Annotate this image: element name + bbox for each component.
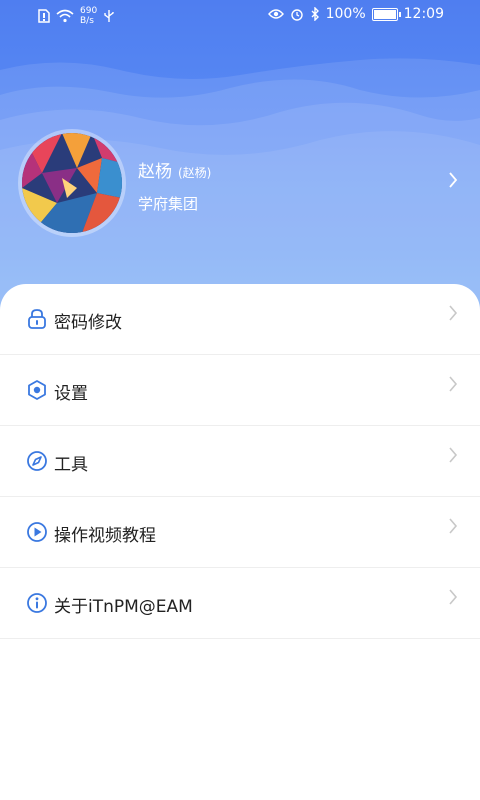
wifi-icon bbox=[56, 9, 74, 23]
compass-icon bbox=[27, 451, 47, 471]
menu-item-video-tutorial[interactable]: 操作视频教程 bbox=[0, 497, 480, 568]
battery-percent: 100% bbox=[325, 6, 366, 22]
info-icon bbox=[27, 593, 47, 613]
net-speed: 690 B/s bbox=[80, 6, 98, 26]
chevron-right-icon bbox=[449, 305, 458, 321]
profile-header: 690 B/s 100% 12:09 赵杨 (赵杨) 学府集团 bbox=[0, 0, 480, 320]
chevron-right-icon bbox=[449, 376, 458, 392]
status-left: 690 B/s bbox=[38, 6, 115, 26]
eye-icon bbox=[267, 9, 284, 19]
usb-icon bbox=[104, 10, 114, 22]
profile-row[interactable]: 赵杨 (赵杨) 学府集团 bbox=[22, 133, 462, 233]
menu-card: 密码修改 设置 工具 操作视频教程 关于iTnPM@EAM bbox=[0, 284, 480, 800]
menu-item-label: 操作视频教程 bbox=[54, 526, 156, 546]
user-name: 赵杨 (赵杨) bbox=[138, 157, 211, 182]
clock-time: 12:09 bbox=[403, 6, 444, 22]
organization-name: 学府集团 bbox=[138, 195, 199, 213]
status-right: 100% 12:09 bbox=[267, 6, 444, 22]
settings-hex-icon bbox=[28, 380, 46, 400]
lock-icon bbox=[28, 309, 46, 329]
play-icon bbox=[27, 522, 47, 542]
alarm-icon bbox=[290, 9, 303, 21]
bluetooth-icon bbox=[311, 7, 319, 21]
menu-item-label: 设置 bbox=[54, 384, 88, 404]
menu-item-label: 工具 bbox=[54, 455, 88, 475]
avatar-image bbox=[22, 133, 122, 233]
user-alias: (赵杨) bbox=[178, 166, 212, 180]
chevron-right-icon bbox=[449, 447, 458, 463]
chevron-right-icon bbox=[449, 518, 458, 534]
chevron-right-icon bbox=[449, 589, 458, 605]
avatar[interactable] bbox=[22, 133, 122, 233]
battery-icon bbox=[371, 7, 401, 21]
status-bar: 690 B/s 100% 12:09 bbox=[0, 0, 480, 34]
sim-icon bbox=[38, 9, 50, 23]
menu-item-label: 密码修改 bbox=[54, 313, 122, 333]
chevron-right-icon[interactable] bbox=[446, 170, 460, 190]
menu-item-label: 关于iTnPM@EAM bbox=[54, 597, 193, 617]
menu-item-settings[interactable]: 设置 bbox=[0, 355, 480, 426]
menu-item-tools[interactable]: 工具 bbox=[0, 426, 480, 497]
menu-item-password[interactable]: 密码修改 bbox=[0, 284, 480, 355]
user-name-text: 赵杨 bbox=[138, 162, 172, 182]
menu-item-about[interactable]: 关于iTnPM@EAM bbox=[0, 568, 480, 639]
